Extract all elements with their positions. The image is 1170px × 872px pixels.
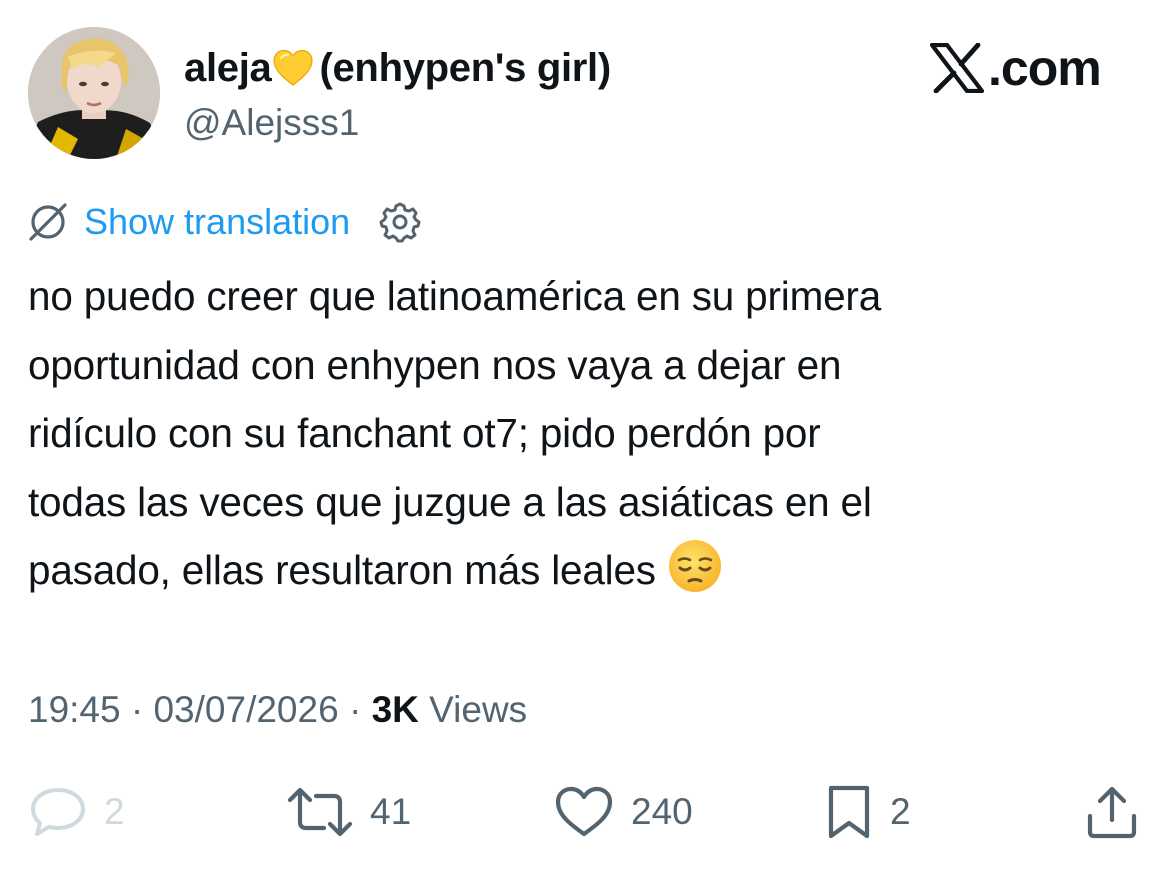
- reply-count: 2: [104, 791, 125, 832]
- retweet-icon: [287, 787, 353, 837]
- x-logo: .com: [930, 40, 1102, 96]
- tweet-text: no puedo creer que latinoamérica en su p…: [28, 262, 1143, 615]
- like-count: 240: [631, 791, 693, 832]
- tweet-line: oportunidad con enhypen nos vaya a dejar…: [28, 341, 842, 388]
- reply-button[interactable]: 2: [28, 780, 125, 844]
- bookmark-button[interactable]: 2: [824, 780, 911, 844]
- author-handle[interactable]: @Alejsss1: [184, 100, 359, 146]
- bookmark-count: 2: [890, 791, 911, 832]
- author-name[interactable]: aleja: [184, 46, 272, 90]
- meta-separator: ·: [338, 689, 372, 730]
- author-display-name[interactable]: aleja (enhypen's girl): [184, 42, 611, 100]
- tweet-meta: 19:45 · 03/07/2026 · 3K Views: [28, 686, 527, 734]
- heart-icon: [555, 786, 613, 837]
- action-bar: 2 41 240 2: [0, 780, 1170, 844]
- like-button[interactable]: 240: [553, 780, 693, 844]
- retweet-count: 41: [370, 791, 412, 832]
- tweet-date[interactable]: 03/07/2026: [153, 689, 338, 730]
- translate-off-icon: [26, 200, 70, 244]
- tweet-line: pasado, ellas resultaron más leales: [28, 547, 656, 593]
- reply-icon: [31, 788, 85, 836]
- views-label: Views: [429, 689, 528, 730]
- retweet-button[interactable]: 41: [286, 780, 411, 844]
- gear-icon[interactable]: [378, 200, 422, 244]
- bookmark-icon: [828, 785, 870, 839]
- share-icon: [1087, 786, 1137, 839]
- show-translation-link[interactable]: Show translation: [84, 201, 350, 243]
- tweet-line: no puedo creer que latinoamérica en su p…: [28, 273, 882, 319]
- share-button[interactable]: [1084, 780, 1140, 844]
- tweet-time[interactable]: 19:45: [28, 689, 121, 730]
- x-icon: [930, 43, 984, 93]
- tweet-last-line: pasado, ellas resultaron más leales: [28, 536, 1143, 615]
- tweet-line: todas las veces que juzgue a las asiátic…: [28, 478, 872, 525]
- views-count: 3K: [371, 689, 419, 730]
- meta-separator: ·: [120, 689, 154, 730]
- x-logo-text: .com: [988, 40, 1102, 96]
- author-avatar[interactable]: [28, 27, 160, 159]
- tweet-line: ridículo con su fanchant ot7; pido perdó…: [28, 410, 821, 456]
- yellow-heart-icon: [273, 48, 314, 100]
- pensive-face-icon: [667, 538, 723, 615]
- translation-row: Show translation: [26, 198, 422, 246]
- author-name-suffix[interactable]: (enhypen's girl): [319, 46, 611, 90]
